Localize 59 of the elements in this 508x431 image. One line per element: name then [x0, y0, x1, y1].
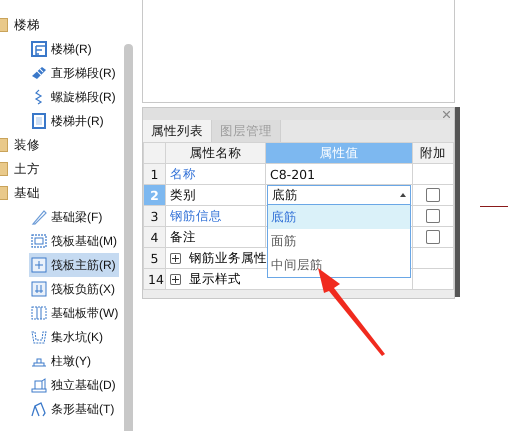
tree-item[interactable]: 楼梯(R): [29, 37, 119, 61]
component-icon: [31, 401, 47, 417]
checkbox[interactable]: [426, 209, 440, 223]
close-icon[interactable]: [443, 110, 450, 118]
tree-item[interactable]: 柱墩(Y): [29, 349, 119, 373]
property-name: 类别: [166, 184, 266, 206]
component-icon: [31, 305, 47, 321]
folder-icon: [0, 18, 8, 32]
row-number[interactable]: 14: [144, 268, 166, 290]
group-label: 显示样式: [189, 270, 241, 286]
tree-category[interactable]: 楼梯: [0, 13, 138, 37]
column-header[interactable]: 属性名称: [166, 142, 266, 164]
component-icon: [31, 41, 47, 57]
caret-icon: [400, 193, 406, 197]
tree-item[interactable]: 直形梯段(R): [29, 61, 119, 85]
tree-item[interactable]: 独立基础(D): [29, 373, 119, 397]
dropdown-option[interactable]: 底筋: [268, 205, 410, 229]
tree-category[interactable]: 基础: [0, 181, 138, 205]
tree-item[interactable]: 基础板带(W): [29, 301, 119, 325]
property-name: 备注: [166, 226, 266, 248]
property-value[interactable]: C8-201: [266, 164, 412, 184]
tree-category[interactable]: 土方: [0, 157, 138, 181]
row-number[interactable]: 5: [144, 248, 166, 268]
folder-icon: [0, 162, 8, 176]
row-number[interactable]: 4: [144, 226, 166, 248]
tree-item[interactable]: 筏板基础(M): [29, 229, 119, 253]
component-icon: [31, 329, 47, 345]
tree-item[interactable]: 楼梯井(R): [29, 109, 119, 133]
folder-icon: [0, 186, 8, 200]
component-icon: [31, 281, 47, 297]
tree-category[interactable]: 装修: [0, 133, 138, 157]
tree-item[interactable]: 筏板负筋(X): [29, 277, 119, 301]
checkbox[interactable]: [426, 188, 440, 202]
column-header[interactable]: 附加: [412, 142, 454, 164]
component-icon: [31, 377, 47, 393]
component-icon: [31, 233, 47, 249]
expand-icon[interactable]: [170, 252, 181, 264]
component-icon: [31, 65, 47, 81]
edge-line: [480, 206, 508, 207]
component-icon: [31, 209, 47, 225]
tree-item[interactable]: 条形基础(T): [29, 397, 119, 421]
folder-icon: [0, 138, 8, 152]
group-label: 钢筋业务属性: [189, 250, 267, 264]
tree-item[interactable]: 螺旋梯段(R): [29, 85, 119, 109]
tree-item[interactable]: 集水坑(K): [29, 325, 119, 349]
row-number[interactable]: 1: [144, 164, 166, 184]
component-icon: [31, 257, 47, 273]
panel-tab[interactable]: 属性列表: [143, 120, 212, 142]
component-icon: [31, 113, 47, 129]
expand-icon[interactable]: [170, 274, 181, 285]
checkbox[interactable]: [426, 230, 440, 244]
scrollbar-thumb[interactable]: [124, 44, 133, 431]
dropdown-option[interactable]: 面筋: [268, 229, 410, 253]
property-name: 钢筋信息: [166, 206, 266, 226]
row-number[interactable]: 3: [144, 206, 166, 226]
tree-item[interactable]: 基础梁(F): [29, 205, 119, 229]
property-name: 名称: [166, 164, 266, 184]
dropdown-option[interactable]: 中间层筋: [268, 253, 410, 277]
tree-item[interactable]: 筏板主筋(R): [29, 253, 119, 277]
